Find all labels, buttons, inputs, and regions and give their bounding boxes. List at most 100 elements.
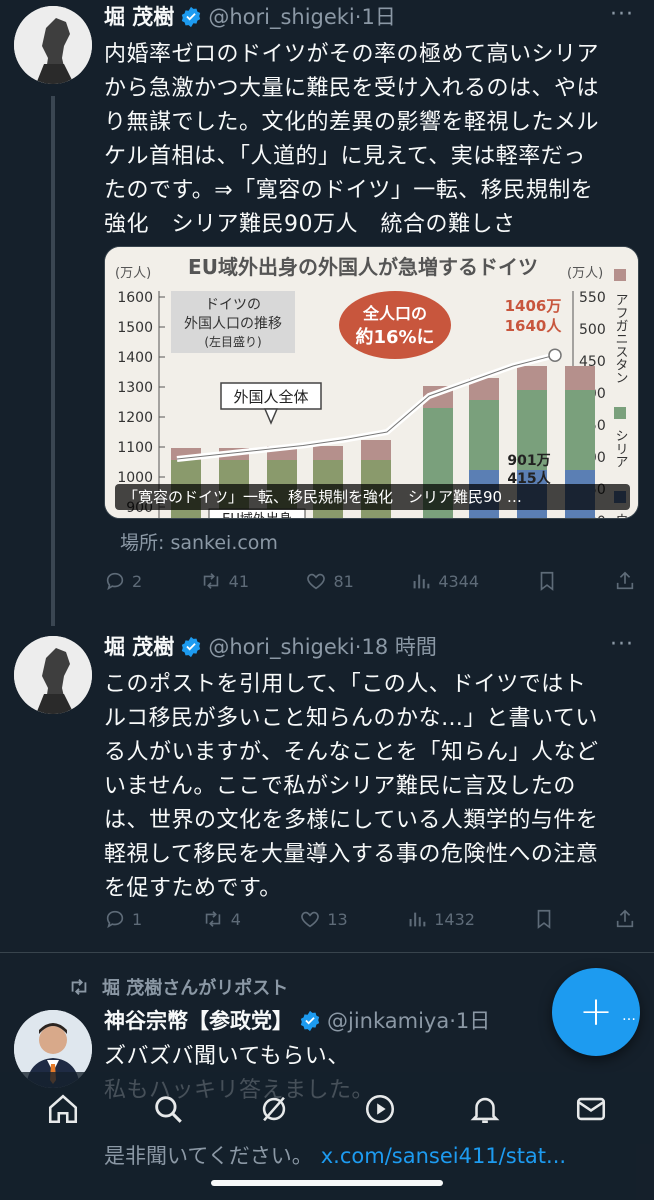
display-name[interactable]: 神谷宗幣【参政党】 (104, 1006, 293, 1036)
chart: EU域外出身の外国人が急増するドイツ (万人) (万人) 1600 1500 140… (105, 247, 638, 519)
more-options-icon[interactable]: ··· (610, 2, 634, 27)
right-tick-label: 550 (579, 290, 606, 306)
bubble-line-1: 全人口の (362, 304, 427, 323)
home-indicator[interactable] (211, 1180, 443, 1186)
share-button[interactable] (614, 908, 636, 930)
card-caption: 「寛容のドイツ」一転、移民規制を強化 シリア難民90 … (115, 484, 630, 510)
search-icon (155, 1096, 183, 1123)
timestamp[interactable]: 1日 (456, 1006, 490, 1036)
reply-icon (106, 572, 124, 591)
tweet-text: 内婚率ゼロのドイツがその率の極めて高いシリア から急激かつ大量に難民を受け入れる… (104, 42, 600, 237)
reply-count: 1 (132, 909, 143, 929)
views-icon (413, 574, 430, 589)
more-dots-icon: … (622, 1008, 636, 1024)
left-tick-label: 1500 (117, 320, 153, 336)
bar-syria (423, 408, 453, 470)
legend-ukraine: ウ (613, 513, 628, 519)
reply-button[interactable]: 2 (104, 570, 142, 592)
messages-icon (577, 1097, 606, 1121)
views-count: 4344 (438, 571, 480, 591)
left-tick-label: 1200 (117, 410, 153, 426)
repost-button[interactable]: 41 (199, 570, 249, 592)
right-axis-unit: (万人) (567, 266, 603, 281)
tweet-3-continued: 是非聞いてください。 x.com/sansei411/stat... (104, 1140, 566, 1170)
separator: · (354, 635, 362, 659)
card-source[interactable]: 場所: sankei.com (120, 528, 278, 555)
bar-syria (469, 400, 499, 470)
bubble-line-2: 約16%に (355, 326, 434, 348)
verified-badge-icon (182, 636, 201, 658)
grok-icon (262, 1096, 286, 1122)
reply-count: 2 (132, 571, 143, 591)
repost-banner[interactable]: 堀 茂樹さんがリポスト (66, 974, 288, 1000)
nav-search[interactable] (143, 1084, 193, 1134)
compose-button[interactable]: + … (552, 968, 640, 1056)
avatar-statue-image (14, 6, 92, 84)
tweet-1[interactable]: 堀 茂樹 @hori_shigeki · 1日 ··· 内婚率ゼロのドイツがその… (0, 0, 654, 626)
reply-icon (106, 910, 124, 929)
nav-home[interactable] (38, 1084, 88, 1134)
tweet-divider (0, 952, 654, 953)
bar-label-1: 901万 (507, 453, 550, 469)
tweet-actions: 2 41 81 4344 (104, 566, 636, 596)
bar-syria (565, 390, 595, 470)
spaces-icon (365, 1094, 394, 1124)
views-button[interactable]: 1432 (406, 908, 475, 930)
like-button[interactable]: 81 (305, 570, 354, 592)
like-count: 81 (333, 571, 354, 591)
reply-button[interactable]: 1 (104, 908, 142, 930)
like-button[interactable]: 13 (299, 908, 348, 930)
nav-messages[interactable] (566, 1084, 616, 1134)
timestamp[interactable]: 18 時間 (361, 632, 436, 662)
avatar[interactable] (14, 6, 92, 84)
verified-badge-icon (300, 1010, 320, 1032)
handle[interactable]: @jinkamiya (327, 1006, 449, 1036)
views-icon (409, 912, 426, 927)
left-tick-label: 1600 (117, 290, 153, 306)
repost-button[interactable]: 4 (201, 908, 241, 930)
like-icon (307, 573, 326, 590)
verified-badge-icon (182, 6, 201, 28)
share-icon (616, 909, 634, 928)
display-name[interactable]: 堀 茂樹 (104, 2, 174, 32)
avatar-statue-image (14, 636, 92, 714)
share-button[interactable] (614, 570, 636, 592)
inset-line-2: 外国人口の推移 (184, 316, 282, 332)
repost-icon (203, 573, 218, 589)
tweet-2[interactable]: 堀 茂樹 @hori_shigeki · 18 時間 ··· このポストを引用し… (0, 630, 654, 950)
timestamp[interactable]: 1日 (361, 2, 395, 32)
avatar[interactable] (14, 636, 92, 714)
bar-afghanistan (517, 366, 547, 390)
inset-line-1: ドイツの (205, 297, 261, 313)
nav-grok[interactable] (249, 1084, 299, 1134)
home-icon (48, 1094, 77, 1124)
tail-text: 是非聞いてください。 (104, 1144, 313, 1168)
chart-title: EU域外出身の外国人が急増するドイツ (188, 255, 538, 279)
repost-count: 4 (230, 909, 241, 929)
share-icon (616, 571, 634, 590)
bookmark-icon (538, 909, 551, 929)
bookmark-icon (540, 571, 553, 591)
bookmark-button[interactable] (533, 908, 555, 930)
nav-notifications[interactable] (460, 1084, 510, 1134)
tweet-link[interactable]: x.com/sansei411/stat... (321, 1144, 566, 1168)
views-button[interactable]: 4344 (410, 570, 479, 592)
link-card-image[interactable]: EU域外出身の外国人が急増するドイツ (万人) (万人) 1600 1500 140… (104, 246, 639, 519)
like-icon (301, 911, 320, 928)
handle[interactable]: @hori_shigeki (208, 2, 354, 32)
like-count: 13 (327, 909, 348, 929)
tweet-header: 堀 茂樹 @hori_shigeki · 1日 (104, 2, 638, 32)
display-name[interactable]: 堀 茂樹 (104, 632, 174, 662)
left-tick-label: 1400 (117, 350, 153, 366)
left-tick-label: 1100 (117, 440, 153, 456)
end-label-2: 1640人 (505, 317, 563, 335)
left-tick-label: 1300 (117, 380, 153, 396)
nav-spaces[interactable] (355, 1084, 405, 1134)
handle[interactable]: @hori_shigeki (208, 632, 354, 662)
more-options-icon[interactable]: ··· (610, 632, 634, 657)
bookmark-button[interactable] (536, 570, 558, 592)
views-count: 1432 (434, 909, 475, 929)
bar-cap (361, 440, 391, 460)
legend-syria: シリア (613, 429, 628, 468)
inset-line-3: (左目盛り) (204, 334, 261, 349)
